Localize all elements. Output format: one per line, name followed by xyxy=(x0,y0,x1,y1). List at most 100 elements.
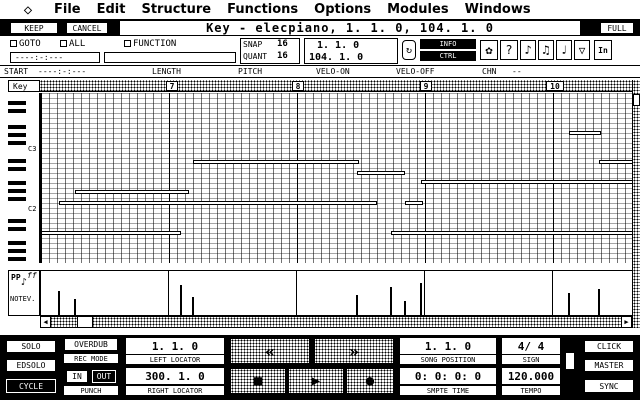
full-button[interactable]: FULL xyxy=(600,22,634,34)
velocity-bar[interactable] xyxy=(58,291,60,315)
all-checkbox[interactable]: ALL xyxy=(60,39,85,49)
goto-position-field[interactable]: ----:-:--- xyxy=(10,52,100,63)
time-signature-value[interactable]: 4/ 4 xyxy=(502,338,560,354)
column-start: START xyxy=(4,67,29,76)
song-position-value[interactable]: 1. 1. 0 xyxy=(400,338,496,354)
velocity-bar[interactable] xyxy=(598,289,600,315)
velocity-bar[interactable] xyxy=(404,301,406,315)
ear-icon[interactable]: ? xyxy=(500,40,518,60)
solo-button[interactable]: SOLO xyxy=(6,340,56,353)
velocity-bar[interactable] xyxy=(390,287,392,315)
note-icon[interactable]: ♪ xyxy=(520,40,536,60)
right-locator-value[interactable]: 300. 1. 0 xyxy=(126,368,224,384)
horizontal-scrollbar[interactable]: ◀ ▶ xyxy=(40,316,632,328)
punch-in-button[interactable]: IN xyxy=(66,370,88,383)
menu-options[interactable]: Options xyxy=(314,2,371,17)
goto-checkbox[interactable]: GOTO xyxy=(10,39,41,49)
velocity-bar[interactable] xyxy=(192,297,194,315)
master-button[interactable]: MASTER xyxy=(584,359,634,372)
punch-label: PUNCH xyxy=(64,386,118,395)
menu-edit[interactable]: Edit xyxy=(97,2,126,17)
info-button[interactable]: INFO xyxy=(420,39,476,49)
menu-functions[interactable]: Functions xyxy=(227,2,298,17)
scroll-left-icon[interactable]: ◀ xyxy=(41,317,51,327)
bar-marker-10: 10 xyxy=(546,81,564,91)
overdub-button[interactable]: OVERDUB xyxy=(64,338,118,351)
sync-button[interactable]: SYNC xyxy=(584,379,634,393)
velocity-lane[interactable] xyxy=(40,270,632,316)
range-start[interactable]: 1. 1. 0 xyxy=(317,40,359,51)
note-event[interactable] xyxy=(405,201,423,205)
edsolo-button[interactable]: EDSOLO xyxy=(6,359,56,372)
menu-modules[interactable]: Modules xyxy=(387,2,448,17)
tempo-value[interactable]: 120.000 xyxy=(502,368,560,384)
right-locator-label: RIGHT LOCATOR xyxy=(126,386,224,395)
click-button[interactable]: CLICK xyxy=(584,340,634,353)
note-event[interactable] xyxy=(75,190,189,194)
range-end[interactable]: 104. 1. 0 xyxy=(309,52,363,63)
fast-forward-icon[interactable]: » xyxy=(314,338,394,364)
smpte-time-value[interactable]: 0: 0: 0: 0 xyxy=(400,368,496,384)
eraser-icon[interactable]: ▽ xyxy=(574,40,590,60)
velocity-bar[interactable] xyxy=(356,295,358,315)
quant-value[interactable]: 16 xyxy=(277,51,288,61)
vertical-scrollbar[interactable] xyxy=(632,80,640,328)
scroll-thumb[interactable] xyxy=(77,317,93,327)
keep-button[interactable]: KEEP xyxy=(10,22,58,34)
piano-keyboard[interactable]: C3 C2 xyxy=(8,93,40,263)
note-grid[interactable] xyxy=(40,93,632,263)
note-event[interactable] xyxy=(41,231,181,235)
stop-icon[interactable]: ■ xyxy=(230,368,286,394)
menu-file[interactable]: File xyxy=(54,2,81,17)
in-button[interactable]: In xyxy=(594,40,612,60)
menu-structure[interactable]: Structure xyxy=(141,2,211,17)
snap-quant-box: SNAP 16 QUANT 16 xyxy=(240,38,300,64)
scroll-right-icon[interactable]: ▶ xyxy=(621,317,631,327)
scroll-v-thumb[interactable] xyxy=(633,94,640,106)
diamond-icon[interactable]: ◇ xyxy=(18,1,38,19)
column-start-value: ----:-:--- xyxy=(38,67,87,76)
play-icon[interactable]: ▶ xyxy=(288,368,344,394)
notes-updown-icon[interactable]: ♫ xyxy=(538,40,554,60)
function-checkbox[interactable]: FUNCTION xyxy=(124,39,176,49)
transport-bar: SOLO EDSOLO CYCLE OVERDUB REC MODE IN OU… xyxy=(0,335,640,400)
note-arrow-icon[interactable]: ♩ xyxy=(556,40,572,60)
snap-value[interactable]: 16 xyxy=(277,39,288,49)
note-event[interactable] xyxy=(59,201,377,205)
note-event[interactable] xyxy=(357,171,405,175)
goto-label: GOTO xyxy=(19,39,41,49)
note-event[interactable] xyxy=(421,180,632,184)
window-title: Key - elecpiano, 1. 1. 0, 104. 1. 0 xyxy=(120,21,580,35)
velocity-pp-label: PP xyxy=(11,273,21,282)
punch-out-button[interactable]: OUT xyxy=(92,370,116,383)
key-c3-label: C3 xyxy=(28,145,37,153)
note-event[interactable] xyxy=(391,231,632,235)
song-position-label: SONG POSITION xyxy=(400,355,496,364)
note-event[interactable] xyxy=(569,131,601,135)
event-list-header: START ----:-:--- LENGTH PITCH VELO-ON VE… xyxy=(0,66,640,78)
left-locator-value[interactable]: 1. 1. 0 xyxy=(126,338,224,354)
timeline-ruler[interactable]: 7 8 9 10 xyxy=(40,80,632,92)
snap-label: SNAP xyxy=(243,40,263,49)
palette-icon[interactable]: ✿ xyxy=(480,40,498,60)
velocity-bar[interactable] xyxy=(74,299,76,315)
cycle-button[interactable]: CYCLE xyxy=(6,379,56,393)
refresh-icon[interactable]: ↻ xyxy=(402,40,416,60)
bar-marker-9: 9 xyxy=(420,81,432,91)
note-event[interactable] xyxy=(599,160,632,164)
time-signature-label: SIGN xyxy=(502,355,560,364)
cancel-button[interactable]: CANCEL xyxy=(66,22,108,34)
velocity-bar[interactable] xyxy=(420,283,422,315)
key-c2-label: C2 xyxy=(28,205,37,213)
note-event[interactable] xyxy=(193,160,359,164)
controller-label-box[interactable]: PP ff ♪ NOTEV. xyxy=(8,270,40,316)
record-icon[interactable]: ● xyxy=(346,368,394,394)
menu-bar: ◇ File Edit Structure Functions Options … xyxy=(0,0,640,20)
menu-windows[interactable]: Windows xyxy=(465,2,531,17)
rewind-icon[interactable]: « xyxy=(230,338,310,364)
velocity-bar[interactable] xyxy=(568,293,570,315)
ctrl-button[interactable]: CTRL xyxy=(420,51,476,61)
velocity-bar[interactable] xyxy=(180,285,182,315)
function-field[interactable] xyxy=(104,52,236,63)
tempo-slider-icon[interactable] xyxy=(566,353,574,369)
